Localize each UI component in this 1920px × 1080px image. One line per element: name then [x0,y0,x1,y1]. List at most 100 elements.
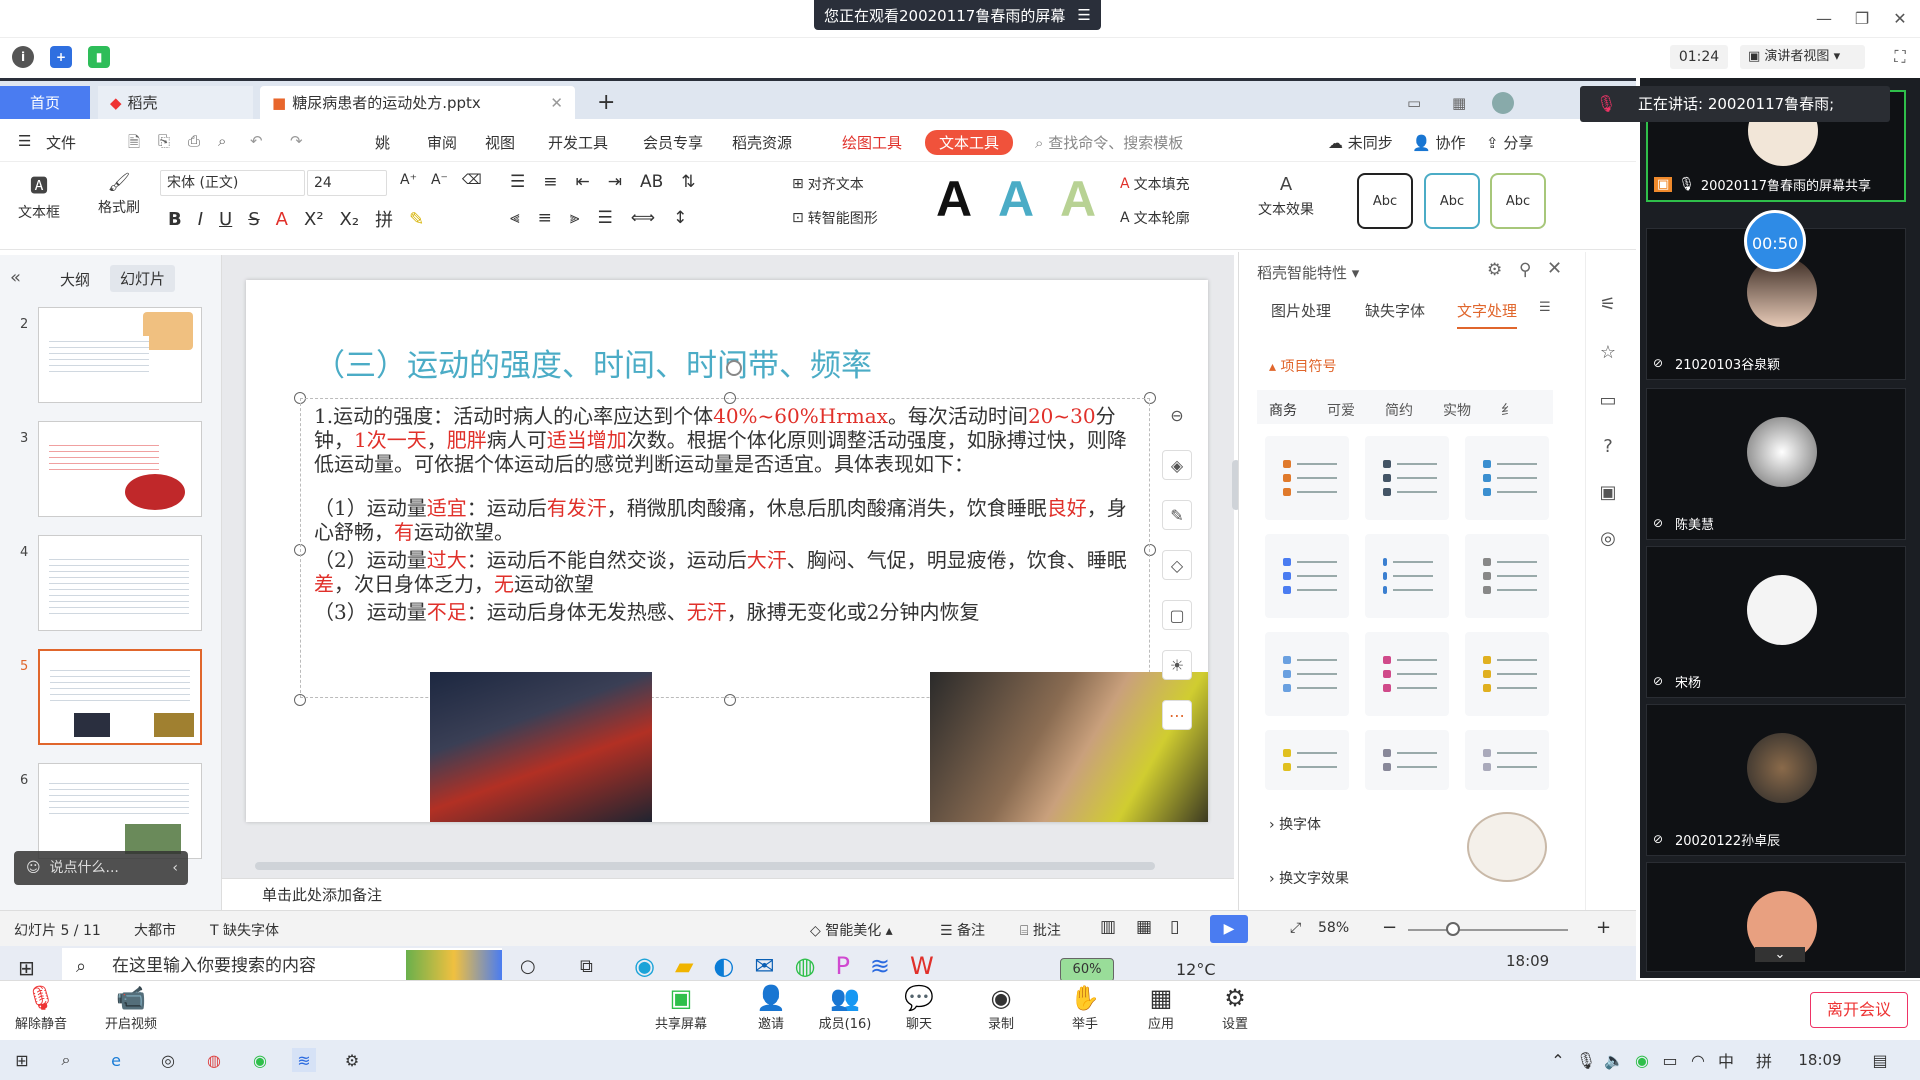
clear-format-icon[interactable]: ⌫ [462,172,482,188]
menu-daoke-resources[interactable]: 稻壳资源 [732,132,792,153]
wifi-icon[interactable]: ◠ [1686,1048,1710,1072]
slide-thumbnail[interactable] [38,421,202,517]
cortana-icon[interactable]: ○ [520,956,536,977]
font-color-icon[interactable]: A [276,209,288,230]
more-icon[interactable]: ⋯ [1162,700,1192,730]
align-left-icon[interactable]: ⫷ [510,208,520,228]
paragraph-too-much[interactable]: （2）运动量过大：运动后不能自然交谈，运动后大汗、胸闷、气促，明显疲倦，饮食、睡… [314,548,1134,596]
slide-thumbnail-current[interactable] [38,649,202,745]
wechat-icon[interactable]: ◍ [794,952,815,980]
swap-effect-button[interactable]: › 换文字效果 [1269,868,1349,888]
line-spacing-icon[interactable]: ↕ [673,208,687,228]
category-simple[interactable]: 简约 [1385,400,1413,420]
text-outline-button[interactable]: A 文本轮廓 [1120,208,1190,228]
minus-icon[interactable]: ⊖ [1162,400,1192,430]
fullscreen-icon[interactable]: ⛶ [1888,45,1912,69]
bold-icon[interactable]: B [168,209,182,230]
photo-athlete[interactable] [430,672,652,822]
share-button[interactable]: ⇪ 分享 [1486,132,1533,153]
temperature[interactable]: 12°C [1176,960,1216,979]
shape-style-3[interactable]: Abc [1490,173,1546,229]
inner-clock[interactable]: 18:09 [1506,952,1549,970]
chevron-down-icon[interactable]: ⌄ [1755,947,1805,962]
lightbulb-icon[interactable]: ☀ [1162,650,1192,680]
participant-card[interactable]: ⊘ 20020122孙卓辰 [1646,704,1906,856]
tab-missing-font[interactable]: 缺失字体 [1365,300,1425,321]
swap-font-button[interactable]: › 换字体 [1269,814,1321,834]
smartart-button[interactable]: ⊡ 转智能图形 [792,208,878,228]
subscript-icon[interactable]: X₂ [340,209,360,230]
restore-icon[interactable]: ❐ [1850,6,1874,30]
slides-icon[interactable]: ▭ [1594,386,1622,414]
timer-bubble[interactable]: 00:50 [1744,210,1806,272]
missing-font-button[interactable]: T 缺失字体 [210,920,279,940]
align-right-icon[interactable]: ⫸ [570,208,580,228]
text-fill-button[interactable]: A 文本填充 [1120,174,1190,194]
underline-icon[interactable]: U [219,209,232,230]
menu-review[interactable]: 审阅 [427,132,457,153]
section-bullets[interactable]: ▴ 项目符号 [1269,356,1336,376]
collapse-icon[interactable]: « [10,267,21,288]
settings-button[interactable]: ⚙ 设置 [1200,983,1270,1032]
gear-icon[interactable]: ⚙ [1487,260,1502,280]
bullet-style[interactable] [1265,632,1349,716]
outdent-icon[interactable]: ⇤ [576,172,590,192]
viewing-banner[interactable]: 您正在观看20020117鲁春雨的屏幕 ☰ [814,0,1101,30]
shape-style-2[interactable]: Abc [1424,173,1480,229]
font-family-select[interactable]: 宋体 (正文) [160,170,305,196]
unmute-button[interactable]: 🎙 解除静音 [6,983,76,1032]
notification-icon[interactable]: ▤ [1868,1048,1892,1072]
comment-button[interactable]: ⌸ 批注 [1020,920,1061,940]
ie-icon[interactable]: e [104,1048,128,1072]
meeting-app-icon[interactable]: ≋ [292,1048,316,1072]
menu-icon[interactable]: ☰ [1077,6,1090,24]
presenter-view-button[interactable]: ▣ 演讲者视图 ▾ [1740,45,1865,69]
sliders-icon[interactable]: ⚟ [1594,290,1622,318]
participant-card[interactable]: ⌄ [1646,862,1906,972]
close-tab-icon[interactable]: ✕ [550,94,563,112]
tab-slides[interactable]: 幻灯片 [110,265,176,292]
beautify-button[interactable]: ◇ 智能美化 ▴ [810,920,893,940]
shield-icon[interactable]: + [50,46,72,68]
paragraph-too-little[interactable]: （3）运动量不足：运动后身体无发热感、无汗，脉搏无变化或2分钟内恢复 [314,600,1134,624]
tray-mic-icon[interactable]: 🎙 [1574,1048,1598,1072]
folder-icon[interactable]: ▰ [675,952,693,980]
menu-drawing-tools[interactable]: 绘图工具 [842,132,902,153]
normal-view-icon[interactable]: ▥ [1100,917,1116,937]
text-style-blue[interactable]: A [998,170,1034,228]
image-icon[interactable]: ▣ [1594,478,1622,506]
bullet-style[interactable] [1265,534,1349,618]
zoom-in-icon[interactable]: + [1596,917,1611,938]
grow-font-icon[interactable]: A⁺ [400,172,417,188]
strike-icon[interactable]: S [248,209,259,230]
hamburger-icon[interactable]: ☰ [18,132,31,150]
pinyin-icon[interactable]: 拼 [375,206,393,232]
pane-title[interactable]: 稻壳智能特性 ▾ [1257,262,1359,283]
italic-icon[interactable]: I [198,209,203,230]
chat-quick-input[interactable]: ☺ 说点什么... ‹ [14,851,188,885]
rotate-handle[interactable] [726,360,742,376]
menu-text-tools[interactable]: 文本工具 [925,130,1014,155]
participant-card[interactable]: ⊘ 宋杨 [1646,546,1906,698]
leave-meeting-button[interactable]: 离开会议 [1810,992,1908,1028]
shape-style-1[interactable]: Abc [1357,173,1413,229]
pen-icon[interactable]: ✎ [1162,500,1192,530]
bullet-style[interactable] [1265,436,1349,520]
raise-hand-button[interactable]: ✋ 举手 [1050,983,1120,1032]
category-business[interactable]: 商务 [1269,400,1297,420]
volume-icon[interactable]: 🔈 [1602,1048,1626,1072]
bullet-style[interactable] [1465,730,1549,790]
fill-icon[interactable]: ◇ [1162,550,1192,580]
edge-icon[interactable]: ◉ [634,952,655,980]
slide-thumbnail[interactable] [38,535,202,631]
superscript-icon[interactable]: X² [304,209,324,230]
sorter-view-icon[interactable]: ▦ [1136,917,1152,937]
menu-developer[interactable]: 开发工具 [548,132,608,153]
frame-icon[interactable]: ▢ [1162,600,1192,630]
help-icon[interactable]: ? [1594,432,1622,460]
indent-icon[interactable]: ⇥ [608,172,622,192]
shrink-font-icon[interactable]: A⁻ [431,172,448,188]
bullet-style[interactable] [1365,534,1449,618]
char-spacing-icon[interactable]: AB [640,172,663,192]
menu-view[interactable]: 视图 [485,132,515,153]
